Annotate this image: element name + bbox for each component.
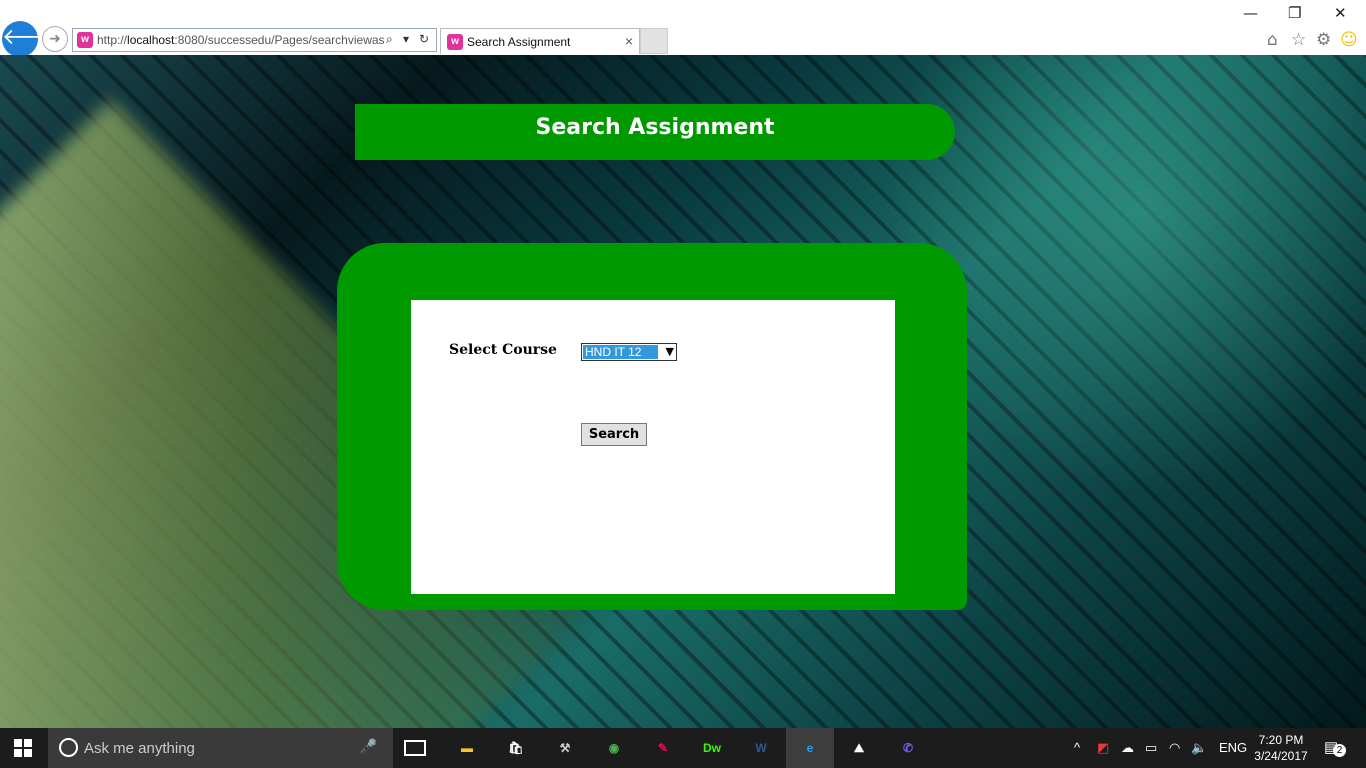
search-placeholder: Ask me anything	[84, 740, 195, 757]
store-icon[interactable]: 🛍	[504, 736, 528, 760]
dreamweaver-icon[interactable]: Dw	[700, 736, 724, 760]
url-text[interactable]: http://localhost:8080/successedu/Pages/s…	[97, 33, 385, 47]
tab-close-icon[interactable]: ×	[625, 33, 633, 49]
taskbar: Ask me anything 🎤 ▬ 🛍 ⚒ ◉ ✎ Dw We ⛰ ✆ ^ ◩ ☁ ▭ ◠ …	[0, 728, 1366, 768]
windows-logo-icon	[24, 749, 32, 757]
volume-icon[interactable]: 🔈	[1191, 740, 1207, 756]
back-button[interactable]: 🡐	[2, 21, 61, 57]
clock-date: 3/24/2017	[1254, 749, 1308, 763]
settings-gear-icon[interactable]: ⚙	[1316, 30, 1331, 50]
course-selected-value: HND IT 12	[583, 345, 658, 359]
site-favicon-icon: w	[77, 32, 93, 48]
antivirus-icon[interactable]: ◩	[1097, 740, 1109, 756]
tab-title: Search Assignment	[467, 35, 571, 49]
minimize-button[interactable]: —	[1243, 4, 1258, 22]
dropdown-icon[interactable]: ▾	[403, 32, 409, 46]
clock-time: 7:20 PM	[1258, 733, 1304, 747]
chevron-down-icon: ▼	[665, 345, 674, 358]
windows-logo-icon	[14, 749, 22, 757]
language-indicator[interactable]: ENG	[1219, 740, 1247, 755]
search-form: Select Course HND IT 12 ▼ Search	[411, 300, 895, 594]
address-bar[interactable]: w http://localhost:8080/successedu/Pages…	[72, 28, 437, 52]
word-icon[interactable]: W	[749, 736, 773, 760]
close-window-button[interactable]: ✕	[1334, 4, 1347, 22]
battery-icon[interactable]: ▭	[1145, 740, 1157, 756]
windows-logo-icon	[24, 739, 32, 747]
onedrive-cloud-icon[interactable]: ☁	[1121, 740, 1134, 756]
forward-button[interactable]: ➜	[42, 26, 68, 52]
refresh-icon[interactable]: ↻	[419, 32, 429, 46]
page-viewport: Search Assignment Select Course HND IT 1…	[0, 55, 1366, 728]
new-tab-button[interactable]	[640, 28, 668, 54]
select-course-label: Select Course	[449, 342, 557, 358]
file-explorer-icon[interactable]: ▬	[455, 736, 479, 760]
notification-count: 2	[1333, 744, 1346, 757]
viber-icon[interactable]: ✆	[896, 736, 920, 760]
taskbar-search[interactable]: Ask me anything 🎤	[48, 728, 393, 768]
cortana-icon	[59, 738, 78, 757]
microphone-icon[interactable]: 🎤	[360, 738, 377, 755]
action-center-button[interactable]: ▤ 2	[1324, 738, 1346, 758]
browser-chrome: 🡐 ➜ w http://localhost:8080/successedu/P…	[0, 0, 1366, 57]
tab-favicon-icon: w	[447, 34, 463, 50]
search-panel: Select Course HND IT 12 ▼ Search	[337, 243, 967, 610]
app-icon[interactable]: ✎	[651, 736, 675, 760]
windows-logo-icon	[14, 739, 22, 747]
search-button[interactable]: Search	[581, 423, 647, 446]
favorites-star-icon[interactable]: ☆	[1291, 30, 1306, 50]
clock[interactable]: 7:20 PM 3/24/2017	[1252, 732, 1310, 764]
show-hidden-icons-icon[interactable]: ^	[1074, 740, 1080, 755]
wifi-icon[interactable]: ◠	[1169, 740, 1180, 756]
page-title: Search Assignment	[535, 115, 775, 140]
start-button[interactable]	[14, 739, 32, 757]
restore-button[interactable]: ❐	[1288, 4, 1301, 22]
chrome-icon[interactable]: ◉	[602, 736, 626, 760]
tools-icon[interactable]: ⚒	[553, 736, 577, 760]
tab-search-assignment[interactable]: w Search Assignment ×	[440, 28, 640, 54]
course-select[interactable]: HND IT 12 ▼	[581, 343, 677, 361]
search-icon[interactable]: ⌕	[386, 32, 393, 47]
photos-icon[interactable]: ⛰	[847, 736, 871, 760]
page-header: Search Assignment	[355, 104, 955, 160]
internet-explorer-icon[interactable]: e	[798, 736, 822, 760]
feedback-smiley-icon[interactable]: ☺	[1340, 30, 1358, 50]
home-icon[interactable]: ⌂	[1267, 30, 1278, 50]
task-view-button[interactable]	[404, 740, 426, 756]
forward-arrow-icon: ➜	[49, 31, 61, 47]
